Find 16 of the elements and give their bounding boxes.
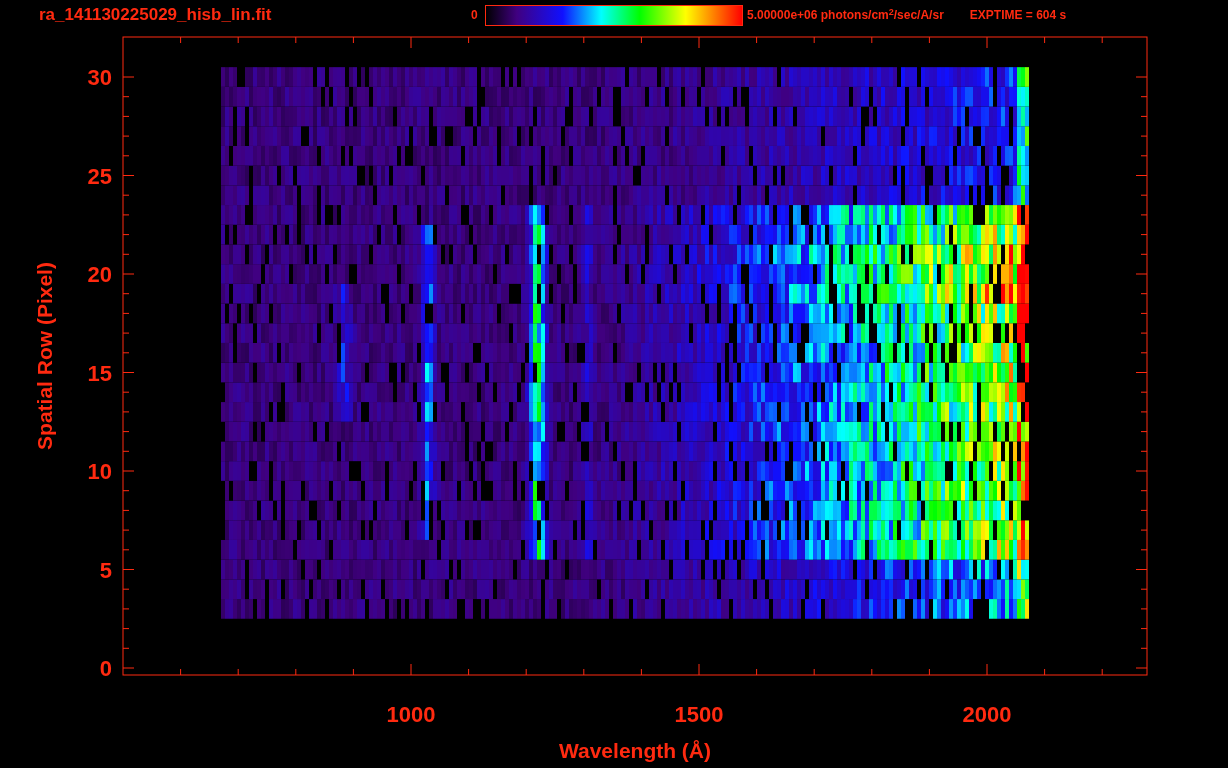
colorbar-min-label: 0 [471, 7, 479, 24]
y-tick-label: 0 [99, 656, 112, 681]
colorbar-max-label: 5.00000e+06 photons/cm$^{2}$/sec/A/sr [747, 6, 944, 24]
x-tick-label: 2000 [962, 702, 1012, 727]
y-tick-label: 10 [87, 459, 112, 484]
exposure-time: EXPTIME = 604 s [969, 7, 1067, 24]
y-tick-label: 25 [87, 163, 112, 189]
y-tick-label: 5 [99, 557, 112, 583]
x-tick-label: 1000 [386, 702, 436, 727]
y-tick-label: 20 [87, 262, 112, 287]
file-title: ra_141130225029_hisb_lin.fit [39, 5, 272, 25]
x-axis-label: Wavelength (Å) [558, 739, 712, 762]
y-tick-label: 30 [87, 65, 112, 90]
y-axis-label: Spatial Row (Pixel) [33, 262, 56, 450]
x-tick-label: 1500 [674, 702, 724, 727]
y-tick-label: 15 [87, 360, 112, 386]
